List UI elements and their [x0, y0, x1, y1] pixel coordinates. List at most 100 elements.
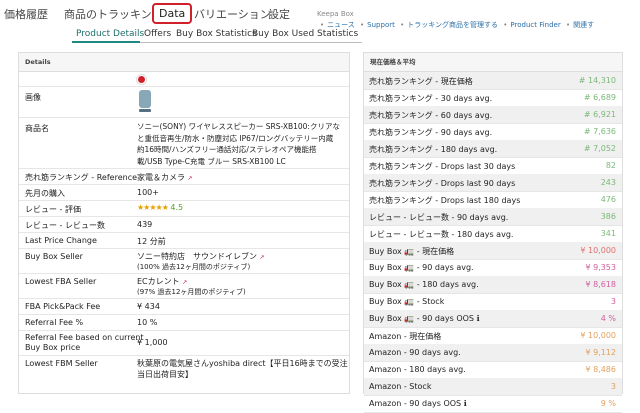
stats-row: Buy Box 🚛 - 現在価格 ¥ 10,000	[364, 242, 622, 260]
lowest-fba-seller-row: Lowest FBA Seller ECカレント ↗ (97% 過去12ヶ月間の…	[19, 274, 349, 299]
stats-row-label: レビュー - レビュー数 - 180 days avg.	[369, 230, 514, 239]
stats-row: Buy Box 🚛 - 180 days avg. ¥ 8,618	[364, 276, 622, 294]
stats-row: 売れ筋ランキング - 90 days avg. # 7,636	[364, 123, 622, 141]
referral-fee-pct-row: Referral Fee % 10 %	[19, 315, 349, 331]
lowest-fbm-seller-link[interactable]: 秋葉原の電気屋さんyoshiba direct【平日16時までの受注	[137, 358, 348, 369]
stats-row-value: # 14,310	[578, 76, 616, 85]
image-row: 画像	[19, 87, 349, 118]
product-finder-link[interactable]: Product Finder	[510, 21, 560, 29]
stats-row-label: Buy Box 🚛 - 現在価格	[369, 247, 455, 256]
subtab-active-indicator	[72, 41, 140, 43]
stats-row: 売れ筋ランキング - 現在価格 # 14,310	[364, 72, 622, 90]
stats-row-value: ¥ 10,000	[580, 246, 616, 255]
stats-row: Buy Box 🚛 - 90 days avg. ¥ 9,353	[364, 259, 622, 277]
stats-row-label: Buy Box 🚛 - 90 days avg.	[369, 263, 474, 272]
product-name-label: 商品名	[25, 124, 49, 133]
tab-data[interactable]: Data	[152, 3, 193, 24]
stats-row-label: 売れ筋ランキング - Drops last 90 days	[369, 179, 516, 188]
rating-row: レビュー - 評価 ★★★★★ 4.5	[19, 201, 349, 217]
stats-row-label: 売れ筋ランキング - 60 days avg.	[369, 111, 493, 120]
tab-price-history[interactable]: 価格履歴	[4, 6, 48, 22]
support-link[interactable]: Support	[367, 21, 395, 29]
stats-row-value: # 6,689	[583, 93, 616, 102]
stats-row-label: Buy Box 🚛 - 180 days avg.	[369, 280, 479, 289]
product-name: ソニー(SONY) ワイヤレススピーカー SRS-XB100:クリアな と重低音…	[137, 122, 340, 166]
stats-row-value: 243	[600, 178, 616, 187]
stats-row-value: 9 %	[600, 399, 616, 408]
stats-row-label: Amazon - 90 days avg.	[369, 348, 461, 357]
details-header: Details	[19, 53, 349, 72]
stats-row-label: 売れ筋ランキング - 現在価格	[369, 77, 473, 86]
related-link[interactable]: 関連す	[573, 21, 594, 29]
manage-tracking-link[interactable]: トラッキング商品を管理する	[407, 21, 498, 29]
sales-rank-reference-row: 売れ筋ランキング - Reference 家電＆カメラ ↗	[19, 169, 349, 185]
star-icon: ★★★★★	[137, 203, 169, 212]
stats-row-value: ¥ 9,353	[585, 263, 616, 272]
stats-row: Amazon - 90 days avg. ¥ 9,112	[364, 344, 622, 362]
stats-row-value: 476	[600, 195, 616, 204]
lowest-fba-seller-link[interactable]: ECカレント ↗	[137, 276, 187, 287]
subtab-buybox-used-stats[interactable]: Buy Box Used Statistics	[252, 29, 358, 39]
stats-header: 現在価格＆平均	[364, 53, 622, 72]
product-thumbnail[interactable]	[137, 90, 153, 112]
fba-fee-row: FBA Pick&Pack Fee ¥ 434	[19, 299, 349, 315]
tab-settings[interactable]: 設定	[268, 6, 290, 22]
stats-row-value: 3	[610, 297, 616, 306]
stats-row-label: 売れ筋ランキング - 90 days avg.	[369, 128, 493, 137]
stats-row: 売れ筋ランキング - 30 days avg. # 6,689	[364, 89, 622, 107]
stats-row-label: Amazon - Stock	[369, 382, 432, 391]
referral-fee-buybox-row: Referral Fee based on current Buy Box pr…	[19, 331, 349, 356]
stats-row-label: 売れ筋ランキング - Drops last 180 days	[369, 196, 521, 205]
subtab-buybox-stats[interactable]: Buy Box Statistics	[176, 29, 257, 39]
stats-row: 売れ筋ランキング - Drops last 30 days 82	[364, 157, 622, 175]
stats-row-label: Amazon - 90 days OOS ℹ	[369, 399, 467, 408]
top-links: Keepa Box • ニュース • Support • トラッキング商品を管理する …	[317, 10, 595, 29]
stats-row-value: ¥ 8,486	[585, 365, 616, 374]
stats-row: Amazon - 90 days OOS ℹ 9 %	[364, 395, 622, 413]
stats-row-label: Amazon - 180 days avg.	[369, 365, 466, 374]
buybox-seller-link[interactable]: ソニー特約店 サウンドイレブン ↗	[137, 251, 265, 262]
stats-row-label: 売れ筋ランキング - 30 days avg.	[369, 94, 493, 103]
stats-row-value: ¥ 10,000	[580, 331, 616, 340]
marketplace-row	[19, 72, 349, 87]
stats-row-value: 4 %	[600, 314, 616, 323]
stats-row-value: # 7,636	[583, 127, 616, 136]
subtab-product-details[interactable]: Product Details	[76, 29, 144, 39]
category-link[interactable]: 家電＆カメラ ↗	[137, 172, 193, 183]
stats-row-value: 341	[600, 229, 616, 238]
tab-variations[interactable]: バリエーション	[194, 6, 271, 22]
stats-row: 売れ筋ランキング - 180 days avg. # 7,052	[364, 140, 622, 158]
stats-panel: 現在価格＆平均 売れ筋ランキング - 現在価格 # 14,310 売れ筋ランキング …	[363, 52, 623, 413]
stats-row-value: # 6,921	[583, 110, 616, 119]
stats-row: Amazon - Stock 3	[364, 378, 622, 396]
stats-row-value: 82	[605, 161, 616, 170]
stats-row: 売れ筋ランキング - 60 days avg. # 6,921	[364, 106, 622, 124]
stats-row-label: Buy Box 🚛 - 90 days OOS ℹ	[369, 314, 480, 323]
stats-row: Buy Box 🚛 - Stock 3	[364, 293, 622, 311]
stats-row-value: 386	[600, 212, 616, 221]
stats-row: Amazon - 現在価格 ¥ 10,000	[364, 327, 622, 345]
external-link-icon: ↗	[187, 175, 193, 182]
external-link-icon: ↗	[259, 254, 265, 261]
subtab-offers[interactable]: Offers	[144, 29, 171, 39]
tab-tracking[interactable]: 商品のトラッキング	[64, 6, 163, 22]
lowest-fbm-seller-row: Lowest FBM Seller 秋葉原の電気屋さんyoshiba direc…	[25, 358, 348, 379]
stats-row: 売れ筋ランキング - Drops last 90 days 243	[364, 174, 622, 192]
stats-row-label: Buy Box 🚛 - Stock	[369, 297, 445, 306]
stats-row: レビュー - レビュー数 - 90 days avg. 386	[364, 208, 622, 226]
external-link-icon: ↗	[182, 279, 188, 286]
stats-row-value: ¥ 9,112	[585, 348, 616, 357]
image-label: 画像	[25, 93, 41, 102]
last-month-purchases-row: 先月の購入 100+	[19, 185, 349, 201]
stats-row-label: 売れ筋ランキング - 180 days avg.	[369, 145, 498, 154]
stats-row: Amazon - 180 days avg. ¥ 8,486	[364, 361, 622, 379]
stats-row-value: ¥ 8,618	[585, 280, 616, 289]
buybox-seller-row: Buy Box Seller ソニー特約店 サウンドイレブン ↗ (100% 過…	[19, 249, 349, 274]
details-panel: Details 画像 商品名 ソニー(SONY) ワイヤレススピーカー SRS-…	[18, 52, 350, 394]
keepa-box-link[interactable]: Keepa Box	[317, 10, 354, 18]
stats-row-value: # 7,052	[583, 144, 616, 153]
news-link[interactable]: ニュース	[327, 21, 355, 29]
stats-row-label: Amazon - 現在価格	[369, 332, 442, 341]
rating-stars: ★★★★★ 4.5	[137, 203, 184, 212]
stats-row-label: レビュー - レビュー数 - 90 days avg.	[369, 213, 509, 222]
